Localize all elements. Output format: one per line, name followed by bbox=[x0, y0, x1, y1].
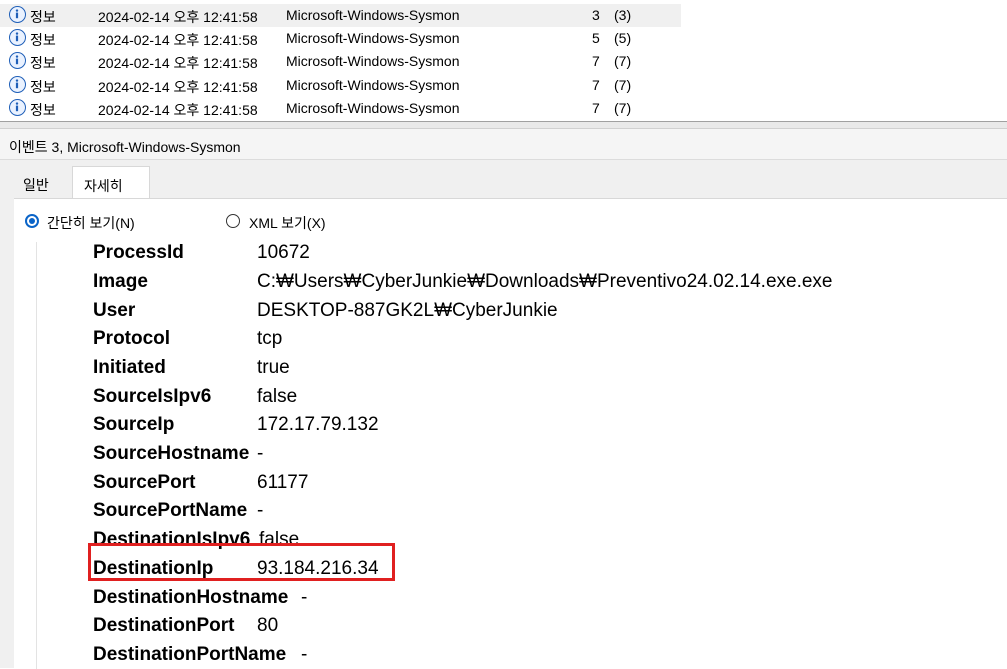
event-row[interactable]: 정보 2024-02-14 오후 12:41:58 Microsoft-Wind… bbox=[0, 50, 1007, 73]
field-value: tcp bbox=[257, 328, 283, 349]
event-date: 2024-02-14 오후 12:41:58 bbox=[98, 32, 258, 48]
field-value: - bbox=[257, 500, 264, 521]
event-id: 7 bbox=[592, 100, 600, 116]
info-icon bbox=[9, 99, 26, 116]
event-data-area[interactable]: ProcessId 10672 Image C:₩Users₩CyberJunkie… bbox=[36, 242, 1007, 669]
field-value: DESKTOP-887GK2L₩CyberJunkie bbox=[257, 300, 558, 321]
event-category: (3) bbox=[614, 7, 632, 23]
event-detail-panel: 이벤트 3, Microsoft-Windows-Sysmon 일반 자세히 간… bbox=[0, 129, 1007, 669]
field-key: Protocol bbox=[93, 328, 171, 349]
event-id: 7 bbox=[592, 77, 600, 93]
event-category: (5) bbox=[614, 30, 632, 46]
field-key: SourceHostname bbox=[93, 443, 250, 464]
tab-label: 자세히 bbox=[84, 178, 123, 194]
field-key: DestinationPort bbox=[93, 615, 235, 636]
event-source: Microsoft-Windows-Sysmon bbox=[286, 100, 460, 116]
field-key: ProcessId bbox=[93, 242, 184, 263]
event-row[interactable]: 정보 2024-02-14 오후 12:41:58 Microsoft-Wind… bbox=[0, 27, 1007, 50]
field-key: User bbox=[93, 300, 136, 321]
event-level: 정보 bbox=[30, 79, 56, 95]
field-key: DestinationPortName bbox=[93, 644, 287, 665]
xml-view-label[interactable]: XML 보기(X) bbox=[249, 213, 326, 233]
destination-ip-highlight-box bbox=[88, 543, 395, 581]
field-key: SourceIsIpv6 bbox=[93, 386, 212, 407]
event-date: 2024-02-14 오후 12:41:58 bbox=[98, 102, 258, 118]
field-key: SourcePortName bbox=[93, 500, 248, 521]
field-key: SourcePort bbox=[93, 472, 196, 493]
friendly-view-label[interactable]: 간단히 보기(N) bbox=[47, 213, 135, 233]
field-value: - bbox=[301, 587, 308, 608]
field-value: true bbox=[257, 357, 290, 378]
event-level: 정보 bbox=[30, 9, 56, 25]
field-value: - bbox=[301, 644, 308, 665]
detail-title-bar: 이벤트 3, Microsoft-Windows-Sysmon bbox=[0, 129, 1007, 160]
field-key: DestinationHostname bbox=[93, 587, 289, 608]
field-value: - bbox=[257, 443, 264, 464]
event-level: 정보 bbox=[30, 32, 56, 48]
info-icon bbox=[9, 52, 26, 69]
tab-label: 일반 bbox=[23, 177, 49, 193]
event-row[interactable]: 정보 2024-02-14 오후 12:41:58 Microsoft-Wind… bbox=[0, 97, 1007, 120]
event-row[interactable]: 정보 2024-02-14 오후 12:41:58 Microsoft-Wind… bbox=[0, 4, 681, 27]
event-date: 2024-02-14 오후 12:41:58 bbox=[98, 79, 258, 95]
pane-splitter[interactable] bbox=[0, 121, 1007, 129]
field-value: 10672 bbox=[257, 242, 310, 263]
event-id: 5 bbox=[592, 30, 600, 46]
event-level: 정보 bbox=[30, 102, 56, 118]
tab-general[interactable]: 일반 bbox=[14, 166, 72, 198]
field-key: Initiated bbox=[93, 357, 166, 378]
event-source: Microsoft-Windows-Sysmon bbox=[286, 30, 460, 46]
event-source: Microsoft-Windows-Sysmon bbox=[286, 7, 460, 23]
xml-view-radio[interactable] bbox=[226, 214, 240, 228]
event-source: Microsoft-Windows-Sysmon bbox=[286, 77, 460, 93]
field-value: false bbox=[257, 386, 298, 407]
event-row[interactable]: 정보 2024-02-14 오후 12:41:58 Microsoft-Wind… bbox=[0, 74, 1007, 97]
event-list[interactable]: 정보 2024-02-14 오후 12:41:58 Microsoft-Wind… bbox=[0, 0, 1007, 121]
detail-title: 이벤트 3, Microsoft-Windows-Sysmon bbox=[9, 139, 241, 155]
event-category: (7) bbox=[614, 100, 632, 116]
event-date: 2024-02-14 오후 12:41:58 bbox=[98, 55, 258, 71]
friendly-view-radio[interactable] bbox=[25, 214, 39, 228]
event-level: 정보 bbox=[30, 55, 56, 71]
event-date: 2024-02-14 오후 12:41:58 bbox=[98, 9, 258, 25]
event-id: 3 bbox=[592, 7, 600, 23]
info-icon bbox=[9, 29, 26, 46]
field-key: SourceIp bbox=[93, 414, 175, 435]
field-value: 61177 bbox=[257, 472, 309, 493]
field-key: Image bbox=[93, 271, 148, 292]
event-source: Microsoft-Windows-Sysmon bbox=[286, 53, 460, 69]
field-value: C:₩Users₩CyberJunkie₩Downloads₩Preventiv… bbox=[257, 271, 833, 292]
info-icon bbox=[9, 6, 26, 23]
event-category: (7) bbox=[614, 53, 632, 69]
tab-details[interactable]: 자세히 bbox=[72, 166, 150, 198]
info-icon bbox=[9, 76, 26, 93]
field-value: 80 bbox=[257, 615, 279, 636]
details-tab-body: 간단히 보기(N) XML 보기(X) ProcessId 10672 Image… bbox=[14, 198, 1007, 669]
field-value: 172.17.79.132 bbox=[257, 414, 379, 435]
event-category: (7) bbox=[614, 77, 632, 93]
event-id: 7 bbox=[592, 53, 600, 69]
